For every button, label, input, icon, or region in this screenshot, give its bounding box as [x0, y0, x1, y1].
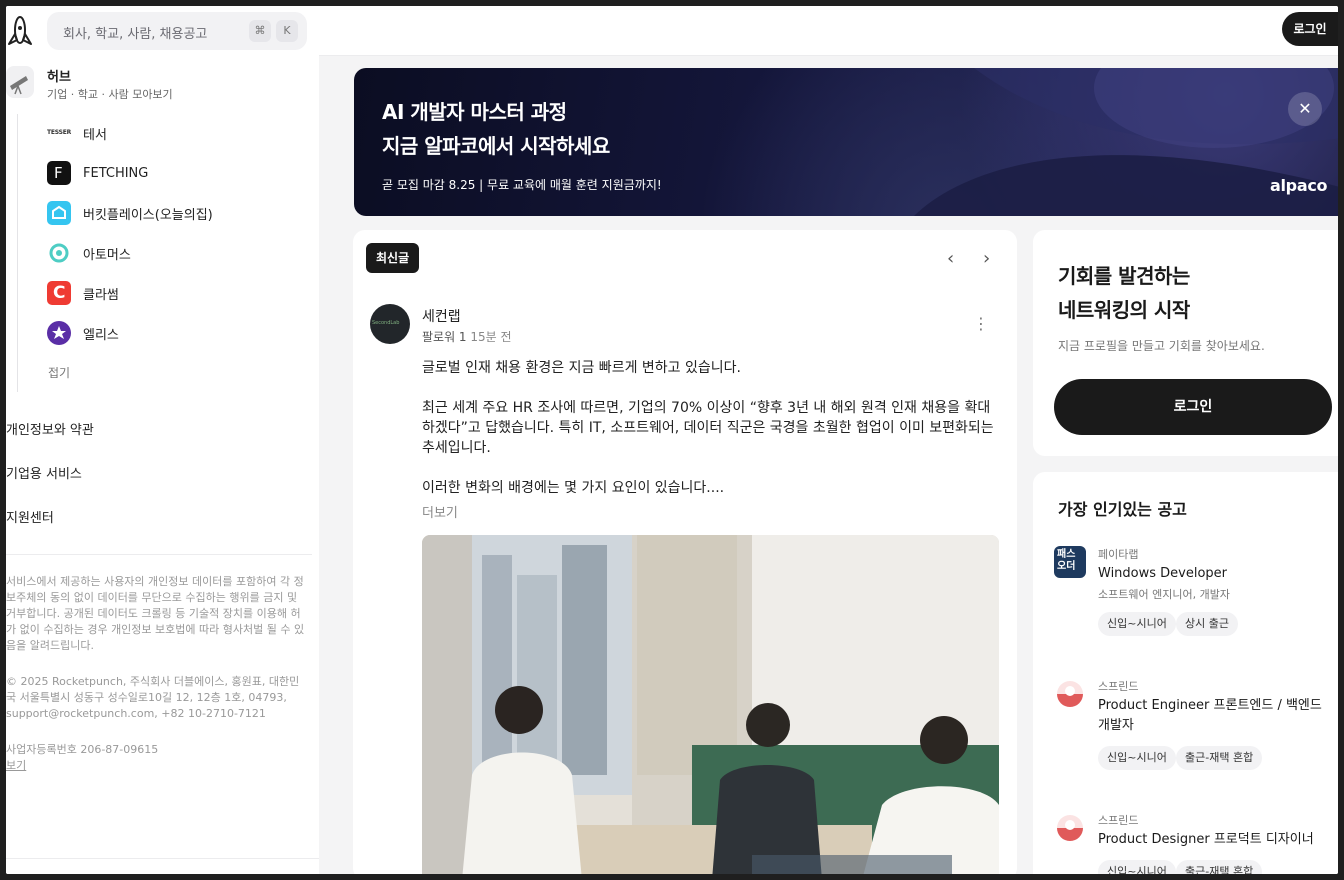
- classum-logo-icon: C: [47, 281, 71, 305]
- alpaco-logo: alpaco: [1270, 176, 1328, 195]
- rocketpunch-logo-icon[interactable]: [6, 12, 34, 48]
- popular-jobs-card: 가장 인기있는 공고 패스오더 페이타랩 Windows Developer 소…: [1033, 472, 1338, 874]
- post-image[interactable]: [422, 535, 999, 874]
- sidebar-item-label: 클라썸: [83, 287, 119, 303]
- job-category: 소프트웨어 엔지니어, 개발자: [1098, 588, 1230, 601]
- sidebar-item-classum[interactable]: C 클라썸: [47, 279, 119, 307]
- sidebar-item-label: FETCHING: [83, 165, 149, 181]
- networking-title-line1: 기회를 발견하는: [1058, 264, 1190, 288]
- job-tag: 출근-재택 혼합: [1176, 746, 1263, 770]
- post-paragraph: 글로벌 인재 채용 환경은 지금 빠르게 변하고 있습니다.: [422, 360, 741, 376]
- post-paragraph: 최근 세계 주요 HR 조사에 따르면, 기업의 70% 이상이 “향후 3년 …: [422, 400, 994, 456]
- sidebar-item-tesser[interactable]: TESSER 테서: [47, 119, 107, 147]
- networking-card: 기회를 발견하는 네트워킹의 시작 지금 프로필을 만들고 기회를 찾아보세요.…: [1033, 230, 1338, 456]
- paytalab-logo-icon: 패스오더: [1054, 546, 1086, 578]
- more-options-icon[interactable]: ⋮: [973, 314, 989, 333]
- follower-count: 팔로워 1: [422, 330, 467, 344]
- networking-subtitle: 지금 프로필을 만들고 기회를 찾아보세요.: [1058, 339, 1265, 353]
- close-icon[interactable]: ✕: [1288, 92, 1322, 126]
- job-company: 스프린드: [1098, 814, 1139, 827]
- hub-tree-line: [17, 114, 18, 392]
- sidebar-item-atomus[interactable]: 아토머스: [47, 239, 131, 267]
- data-policy-notice: 서비스에서 제공하는 사용자의 개인정보 데이터를 포함하여 각 정보주체의 동…: [6, 575, 305, 652]
- elice-logo-icon: [47, 321, 71, 345]
- top-bar: 로그인: [319, 6, 1338, 56]
- search-input[interactable]: 회사, 학교, 사람, 채용공고: [63, 23, 207, 42]
- sidebar-item-fetching[interactable]: F FETCHING: [47, 159, 148, 187]
- sidebar-link-privacy-terms[interactable]: 개인정보와 약관: [6, 419, 94, 438]
- avatar[interactable]: SecondLab: [370, 304, 410, 344]
- job-tag: 출근-재택 혼합: [1176, 860, 1263, 874]
- feed-card: 최신글 ‹ › SecondLab 세컨랩 팔로워 1 15분 전 ⋮ 글로벌 …: [353, 230, 1017, 874]
- hub-title[interactable]: 허브: [47, 66, 71, 85]
- banner-subtitle: 곧 모집 마감 8.25 | 무료 교육에 매월 훈련 지원금까지!: [382, 178, 662, 192]
- sidebar-item-label: 버킷플레이스(오늘의집): [83, 207, 213, 223]
- post-author[interactable]: 세컨랩: [422, 306, 461, 326]
- sidebar-link-business[interactable]: 기업용 서비스: [6, 463, 82, 482]
- k-key-hint: K: [276, 20, 298, 42]
- promo-banner[interactable]: AI 개발자 마스터 과정 지금 알파코에서 시작하세요 곧 모집 마감 8.2…: [354, 68, 1338, 216]
- post-time: 15분 전: [470, 330, 512, 344]
- networking-title-line2: 네트워킹의 시작: [1058, 298, 1190, 322]
- company-info: © 2025 Rocketpunch, 주식회사 더블에이스, 홍원표, 대한민…: [6, 675, 300, 720]
- post-meta: 팔로워 1 15분 전: [422, 328, 512, 345]
- business-info-link[interactable]: 보기: [6, 758, 306, 774]
- banner-title-line2: 지금 알파코에서 시작하세요: [382, 134, 610, 158]
- hub-subtitle: 기업 · 학교 · 사람 모아보기: [47, 88, 173, 101]
- sidebar-item-label: 엘리스: [83, 327, 119, 343]
- sidebar-bottom-divider: [6, 858, 319, 859]
- tab-latest[interactable]: 최신글: [366, 243, 420, 273]
- sidebar-item-bucketplace[interactable]: 버킷플레이스(오늘의집): [47, 199, 213, 227]
- app-window: 회사, 학교, 사람, 채용공고 ⌘ K 허브 기업 · 학교 · 사람 모아보…: [6, 6, 1338, 874]
- sidebar-item-elice[interactable]: 엘리스: [47, 319, 119, 347]
- sidebar-divider: [6, 554, 312, 555]
- login-button[interactable]: 로그인: [1282, 12, 1338, 46]
- job-title[interactable]: Product Engineer 프론트엔드 / 백엔드 개발자: [1098, 696, 1330, 736]
- business-registration: 사업자등록번호 206-87-09615: [6, 743, 159, 756]
- banner-title-line1: AI 개발자 마스터 과정: [382, 100, 567, 124]
- login-button-large[interactable]: 로그인: [1054, 379, 1332, 435]
- sprinde-logo-icon: [1054, 812, 1086, 844]
- sprinde-logo-icon: [1054, 678, 1086, 710]
- atomus-logo-icon: [47, 241, 71, 265]
- job-title[interactable]: Windows Developer: [1098, 564, 1330, 584]
- sidebar-link-support[interactable]: 지원센터: [6, 507, 54, 526]
- job-tag: 상시 출근: [1176, 612, 1238, 636]
- search-box[interactable]: 회사, 학교, 사람, 채용공고 ⌘ K: [47, 12, 307, 50]
- post-paragraph: 이러한 변화의 배경에는 몇 가지 요인이 있습니다....: [422, 480, 725, 496]
- job-company: 스프린드: [1098, 680, 1139, 693]
- read-more-link[interactable]: 더보기: [422, 502, 458, 521]
- command-key-hint: ⌘: [249, 20, 271, 42]
- sidebar: 회사, 학교, 사람, 채용공고 ⌘ K 허브 기업 · 학교 · 사람 모아보…: [6, 6, 319, 874]
- job-tag: 신입~시니어: [1098, 612, 1176, 636]
- sidebar-item-label: 테서: [83, 127, 107, 143]
- fold-button[interactable]: 접기: [48, 364, 70, 381]
- popular-jobs-title: 가장 인기있는 공고: [1058, 500, 1187, 519]
- sidebar-item-label: 아토머스: [83, 247, 131, 263]
- tesser-logo-icon: TESSER: [47, 129, 72, 136]
- job-company: 페이타랩: [1098, 548, 1139, 561]
- fetching-logo-icon: F: [47, 161, 71, 185]
- chevron-right-icon[interactable]: ›: [983, 248, 990, 269]
- job-title[interactable]: Product Designer 프로덕트 디자이너: [1098, 830, 1330, 850]
- job-tag: 신입~시니어: [1098, 746, 1176, 770]
- job-tag: 신입~시니어: [1098, 860, 1176, 874]
- telescope-icon: [6, 66, 34, 98]
- bucketplace-logo-icon: [47, 201, 71, 225]
- chevron-left-icon[interactable]: ‹: [947, 248, 954, 269]
